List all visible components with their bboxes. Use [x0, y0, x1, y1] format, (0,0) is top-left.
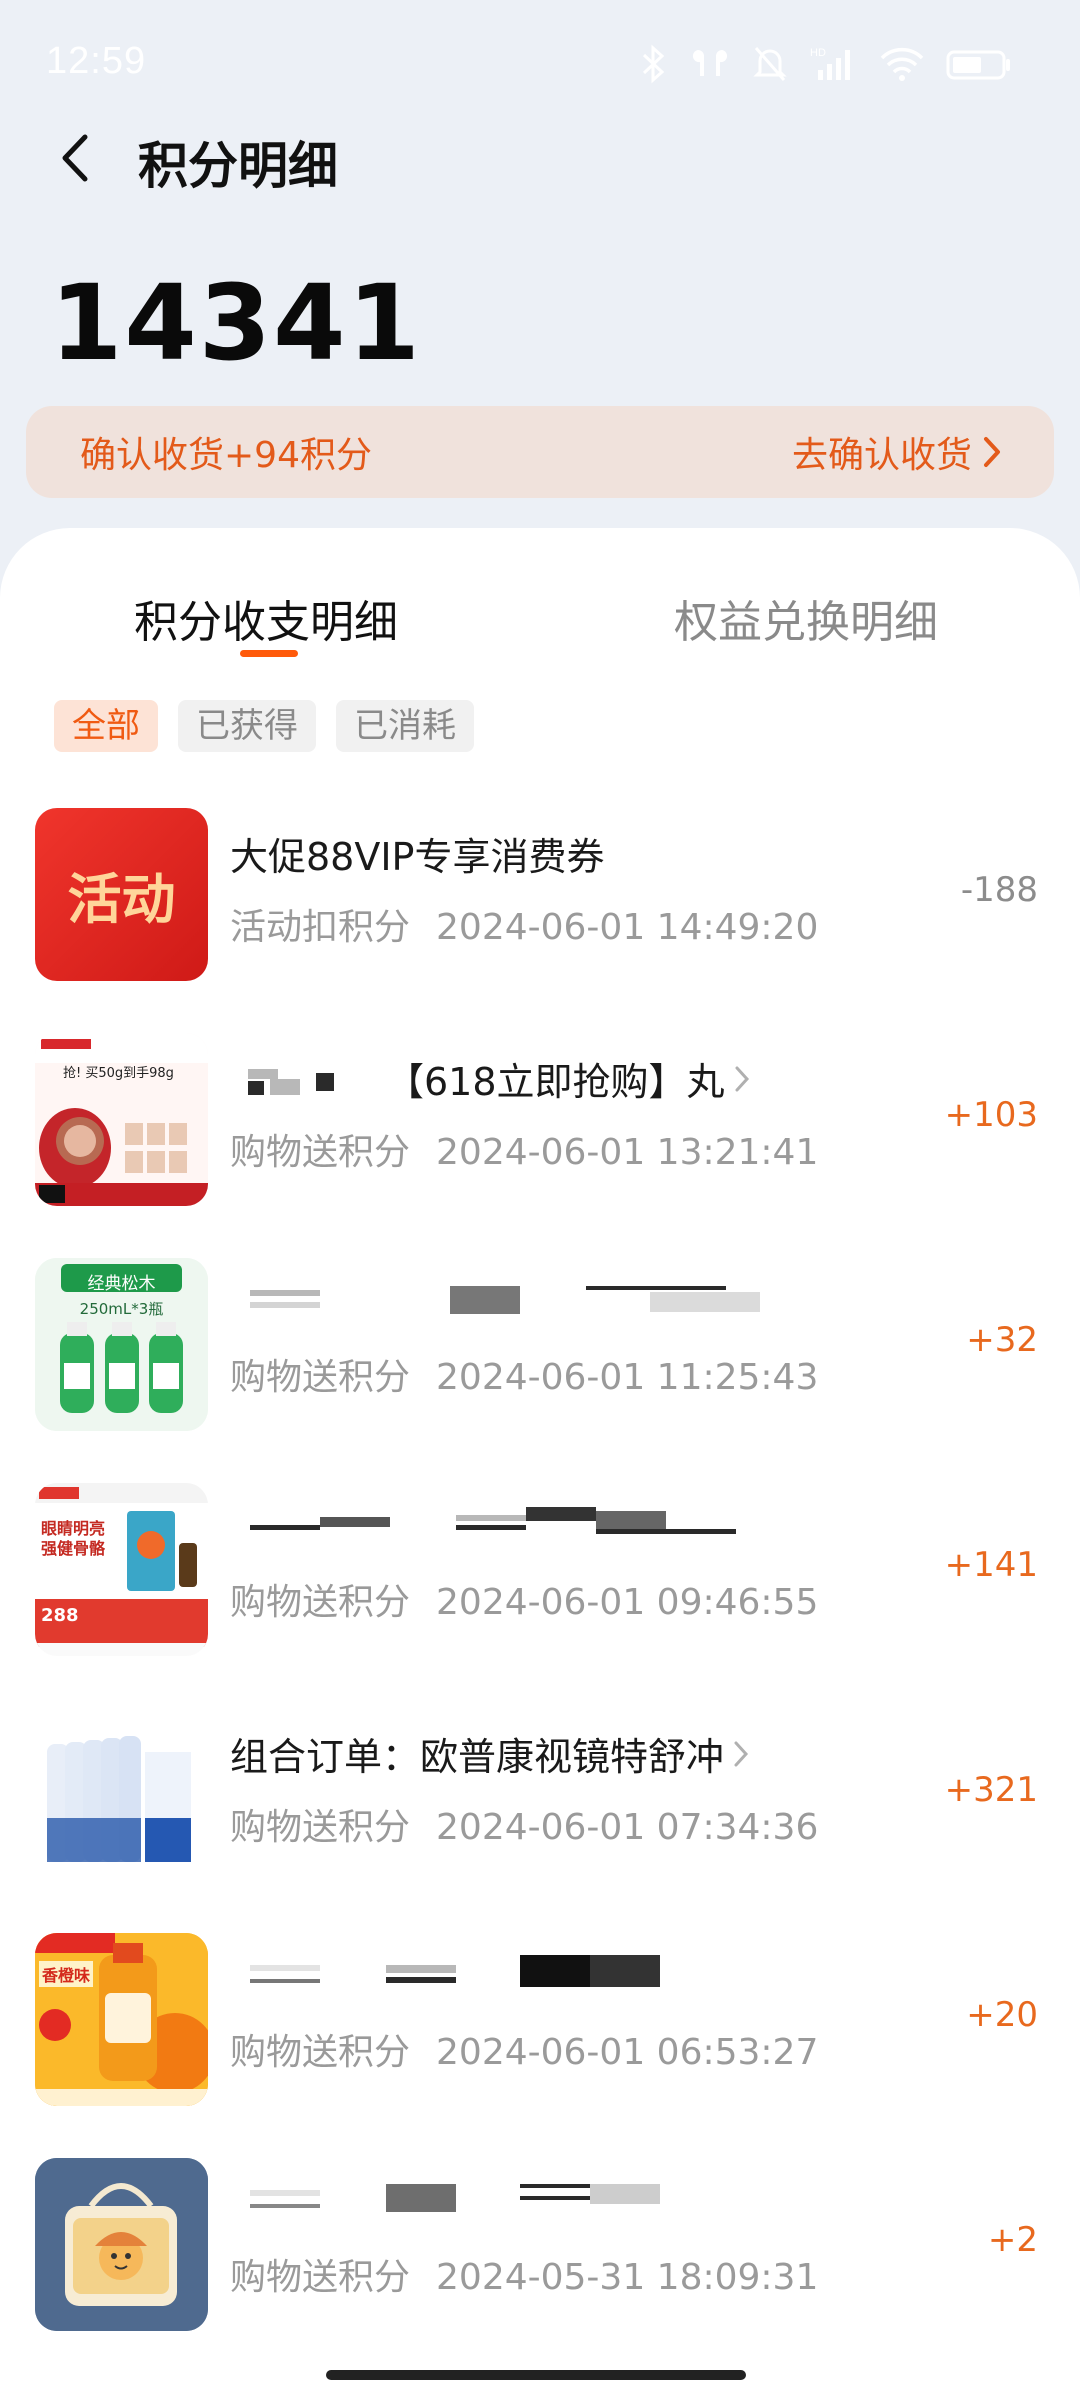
chevron-right-icon	[735, 1066, 749, 1091]
record-title: 【618立即抢购】丸	[230, 1051, 751, 1106]
tab-benefit-exchange[interactable]: 权益兑换明细	[674, 586, 938, 650]
activity-thumbnail: 活动	[35, 808, 208, 981]
record-datetime: 2024-06-01 06:53:27	[436, 2032, 819, 2073]
record-datetime: 2024-06-01 13:21:41	[436, 1132, 819, 1173]
vitamin-image	[35, 1483, 208, 1656]
record-row[interactable]: 抢! 买50g到手98g 【618立即抢购】丸 购物送积分 2024-06-01…	[0, 1033, 1080, 1258]
chevron-right-icon	[984, 437, 1000, 467]
record-datetime: 2024-06-01 14:49:20	[436, 907, 819, 948]
wifi-icon	[880, 47, 924, 81]
record-meta: 购物送积分 2024-06-01 11:25:43	[230, 1348, 818, 1400]
product-thumbnail	[35, 1708, 208, 1881]
record-meta: 购物送积分 2024-06-01 09:46:55	[230, 1573, 818, 1625]
filter-chips: 全部 已获得 已消耗	[54, 700, 474, 752]
battery-icon	[946, 50, 1010, 80]
filter-consumed[interactable]: 已消耗	[336, 700, 474, 752]
record-title	[230, 1951, 750, 1991]
confirm-receipt-text: 确认收货+94积分	[80, 435, 372, 476]
record-row[interactable]: 组合订单：欧普康视镜特舒冲 购物送积分 2024-06-01 07:34:36 +…	[0, 1708, 1080, 1933]
points-total: 14341	[50, 262, 422, 384]
record-category: 购物送积分	[230, 1357, 411, 1398]
mute-bell-icon	[753, 47, 787, 81]
page-title: 积分明细	[138, 137, 338, 195]
record-datetime: 2024-06-01 07:34:36	[436, 1807, 819, 1848]
svg-text:HD: HD	[810, 47, 826, 59]
confirm-receipt-link[interactable]: 去确认收货	[792, 426, 1002, 478]
orange-cleaner-image	[35, 1933, 208, 2106]
records-card: 积分收支明细 权益兑换明细 全部 已获得 已消耗 活动 大促88VIP专享消费券…	[0, 528, 1080, 2400]
product-thumbnail: 抢! 买50g到手98g	[35, 1033, 208, 1206]
active-tab-indicator	[240, 650, 298, 657]
thumbnail-sublabel: 250mL*3瓶	[79, 1300, 164, 1318]
thumbnail-label: 经典松木	[87, 1274, 156, 1294]
record-title	[230, 1501, 750, 1541]
product-thumbnail: 经典松木 250mL*3瓶	[35, 1258, 208, 1431]
record-title-text: 大促88VIP专享消费券	[230, 835, 605, 879]
record-category: 购物送积分	[230, 1132, 411, 1173]
earbuds-icon	[692, 50, 728, 76]
record-title-text: 组合订单：欧普康视镜特舒冲	[230, 1735, 725, 1779]
back-button[interactable]	[44, 128, 104, 188]
chevron-left-icon	[62, 134, 88, 182]
record-meta: 购物送积分 2024-05-31 18:09:31	[230, 2248, 818, 2300]
cream-jars-image: 抢! 买50g到手98g	[35, 1033, 208, 1206]
record-points: +321	[944, 1770, 1038, 1810]
record-datetime: 2024-06-01 09:46:55	[436, 1582, 819, 1623]
record-row[interactable]: 活动 大促88VIP专享消费券 活动扣积分 2024-06-01 14:49:20…	[0, 808, 1080, 1033]
filter-all[interactable]: 全部	[54, 700, 158, 752]
thumbnail-label: 香橙味	[39, 1961, 94, 1987]
status-icons: HD	[640, 44, 1012, 84]
record-meta: 购物送积分 2024-06-01 13:21:41	[230, 1123, 818, 1175]
record-meta: 购物送积分 2024-06-01 07:34:36	[230, 1798, 818, 1850]
redacted-text	[230, 1501, 750, 1541]
svg-text:抢! 买50g到手98g: 抢! 买50g到手98g	[63, 1065, 174, 1081]
confirm-receipt-banner[interactable]: 确认收货+94积分 去确认收货	[26, 406, 1054, 498]
record-category: 购物送积分	[230, 1807, 411, 1848]
record-category: 购物送积分	[230, 1582, 411, 1623]
record-points: +103	[944, 1095, 1038, 1135]
record-title-text: 【618立即抢购】丸	[386, 1060, 725, 1104]
record-category: 购物送积分	[230, 2032, 411, 2073]
product-thumbnail: 香橙味	[35, 1933, 208, 2106]
thumbnail-price: 288	[41, 1605, 79, 1626]
home-indicator[interactable]	[326, 2370, 746, 2380]
record-title: 大促88VIP专享消费券	[230, 826, 604, 881]
product-thumbnail	[35, 2158, 208, 2331]
record-category: 购物送积分	[230, 2257, 411, 2298]
product-thumbnail: 眼睛明亮 强健骨骼 288	[35, 1483, 208, 1656]
record-meta: 购物送积分 2024-06-01 06:53:27	[230, 2023, 818, 2075]
redacted-text	[230, 1951, 750, 1991]
record-row[interactable]: 经典松木 250mL*3瓶 购物送积分 2024-06-01 11:25:43 +…	[0, 1258, 1080, 1483]
redacted-text	[230, 2176, 750, 2216]
record-row[interactable]: 香橙味 购物送积分 2024-06-01 06:53:27 +20	[0, 1933, 1080, 2158]
record-points: +20	[966, 1995, 1038, 2035]
filter-earned[interactable]: 已获得	[178, 700, 316, 752]
record-datetime: 2024-05-31 18:09:31	[436, 2257, 819, 2298]
record-points: -188	[960, 870, 1038, 910]
record-title	[230, 2176, 750, 2216]
record-meta: 活动扣积分 2024-06-01 14:49:20	[230, 898, 818, 950]
signal-icon: HD	[810, 47, 850, 80]
record-row[interactable]: 购物送积分 2024-05-31 18:09:31 +2	[0, 2158, 1080, 2383]
redacted-text	[230, 1059, 350, 1099]
record-points: +2	[987, 2220, 1038, 2260]
bluetooth-icon	[642, 44, 665, 84]
record-row[interactable]: 眼睛明亮 强健骨骼 288 购物送积分 2024-06-01 09:46:55 +…	[0, 1483, 1080, 1708]
status-bar: 12:59 HD	[0, 0, 1080, 120]
record-points: +141	[944, 1545, 1038, 1585]
record-points: +32	[966, 1320, 1038, 1360]
bag-cartoon-image	[35, 2158, 208, 2331]
confirm-receipt-link-label: 去确认收货	[791, 435, 972, 476]
status-time: 12:59	[46, 40, 147, 82]
record-title	[230, 1276, 790, 1316]
record-category: 活动扣积分	[230, 907, 411, 948]
lens-solution-image	[35, 1708, 208, 1881]
tab-points-income[interactable]: 积分收支明细	[134, 586, 398, 650]
record-datetime: 2024-06-01 11:25:43	[436, 1357, 819, 1398]
activity-thumbnail-label: 活动	[67, 868, 176, 931]
thumbnail-label: 眼睛明亮 强健骨骼	[41, 1519, 106, 1558]
chevron-right-icon	[734, 1741, 749, 1766]
record-title: 组合订单：欧普康视镜特舒冲	[230, 1726, 750, 1781]
redacted-text	[230, 1276, 790, 1316]
